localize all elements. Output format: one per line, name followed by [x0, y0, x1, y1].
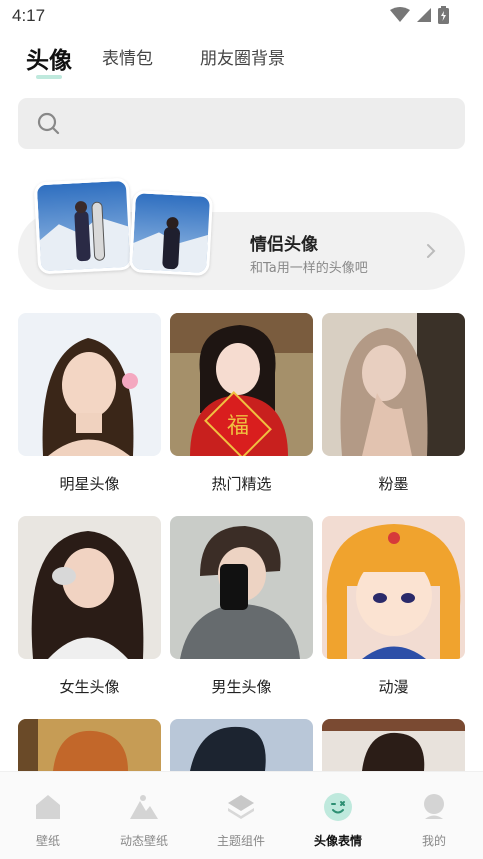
- chevron-right-icon: [427, 244, 436, 258]
- nav-theme-widgets[interactable]: 主题组件: [193, 772, 289, 859]
- nav-avatar-emoji[interactable]: 头像表情: [290, 772, 386, 859]
- couple-title: 情侣头像: [250, 235, 318, 255]
- status-bar: 4:17: [0, 0, 483, 34]
- nav-wallpaper[interactable]: 壁纸: [0, 772, 96, 859]
- category-thumbnail-partial[interactable]: [18, 719, 161, 771]
- category-girl-avatar[interactable]: 女生头像: [18, 516, 161, 696]
- top-tabs: 头像 表情包 朋友圈背景: [0, 44, 483, 84]
- category-thumbnail: [322, 516, 465, 659]
- mountain-icon: [130, 795, 158, 819]
- category-thumbnail: [170, 516, 313, 659]
- nav-label: 我的: [421, 834, 446, 848]
- signal-icon: [417, 8, 431, 22]
- category-label: 女生头像: [59, 678, 120, 696]
- layers-icon: [228, 795, 254, 819]
- battery-icon: [438, 6, 449, 24]
- tab-moments-background[interactable]: 朋友圈背景: [200, 44, 285, 69]
- category-thumbnail: [18, 516, 161, 659]
- wifi-icon: [390, 7, 410, 22]
- nav-label: 主题组件: [216, 834, 265, 848]
- category-anime[interactable]: 动漫: [322, 516, 465, 696]
- search-icon: [37, 112, 60, 135]
- nav-label: 壁纸: [35, 834, 60, 848]
- category-hot-picks[interactable]: 福 热门精选: [170, 313, 313, 493]
- category-thumbnail: [18, 313, 161, 456]
- status-icons: [390, 6, 449, 24]
- smiley-icon: [324, 793, 352, 821]
- category-boy-avatar[interactable]: 男生头像: [170, 516, 313, 696]
- category-label: 热门精选: [211, 475, 272, 493]
- category-thumbnail: [322, 313, 465, 456]
- tab-stickers[interactable]: 表情包: [102, 44, 153, 69]
- bottom-navigation: 壁纸 动态壁纸 主题组件 头像表情 我的: [0, 771, 483, 859]
- search-input[interactable]: [18, 98, 465, 149]
- category-label: 动漫: [378, 678, 409, 696]
- category-label: 男生头像: [211, 678, 272, 696]
- tab-avatar[interactable]: 头像: [26, 41, 72, 75]
- profile-icon: [424, 794, 444, 819]
- category-fenmo[interactable]: 粉墨: [322, 313, 465, 493]
- nav-profile[interactable]: 我的: [386, 772, 482, 859]
- couple-photo-right: [128, 189, 214, 277]
- active-tab-indicator: [36, 75, 62, 79]
- nav-live-wallpaper[interactable]: 动态壁纸: [96, 772, 192, 859]
- category-label: 明星头像: [59, 475, 120, 493]
- category-celebrity-avatar[interactable]: 明星头像: [18, 313, 161, 493]
- couple-photo-left: [33, 177, 134, 275]
- category-thumbnail-partial[interactable]: [170, 719, 313, 771]
- couple-subtitle: 和Ta用一样的头像吧: [250, 261, 368, 276]
- house-icon: [36, 795, 60, 819]
- svg-text:福: 福: [227, 414, 249, 439]
- nav-label: 头像表情: [313, 834, 362, 848]
- category-thumbnail-partial[interactable]: [322, 719, 465, 771]
- category-label: 粉墨: [378, 475, 409, 493]
- status-time: 4:17: [12, 6, 46, 25]
- category-thumbnail: 福: [170, 313, 313, 456]
- nav-label: 动态壁纸: [119, 834, 168, 848]
